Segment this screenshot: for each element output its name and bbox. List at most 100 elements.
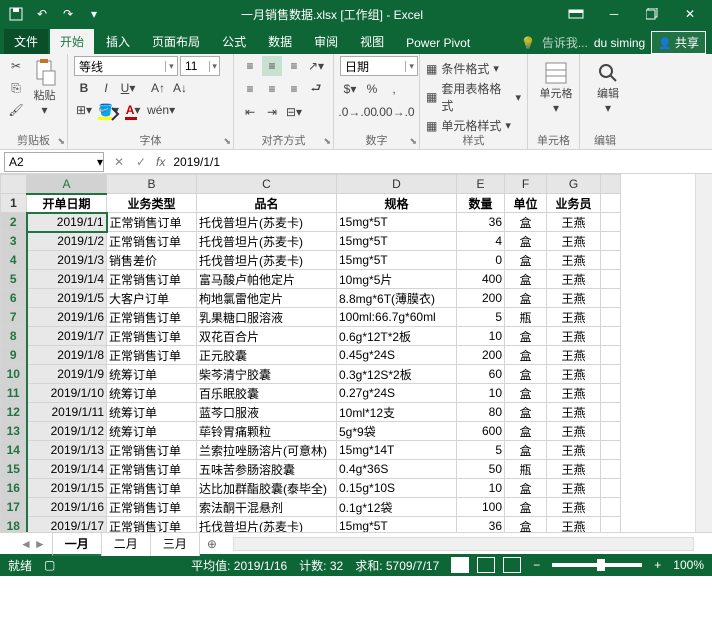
row-header-12[interactable]: 12 [1,403,27,422]
cell[interactable]: 盒 [505,327,547,346]
grow-font-button[interactable]: A↑ [148,78,168,98]
cell[interactable]: 正常销售订单 [107,441,197,460]
cell[interactable]: 8.8mg*6T(薄膜衣) [337,289,457,308]
cell[interactable]: 盒 [505,422,547,441]
cell[interactable]: 15mg*14T [337,441,457,460]
cell[interactable]: 2019/1/6 [27,308,107,327]
sheet-prev-icon[interactable]: ◄ [20,537,32,551]
cell[interactable]: 10ml*12支 [337,403,457,422]
border-button[interactable]: ⊞▾ [74,100,94,120]
left-align-icon[interactable]: ≡ [240,79,260,99]
cell[interactable]: 统筹订单 [107,384,197,403]
bold-button[interactable]: B [74,78,94,98]
cell[interactable]: 0.15g*10S [337,479,457,498]
tab-review[interactable]: 审阅 [304,29,348,54]
cell[interactable]: 托伐普坦片(苏麦卡) [197,232,337,251]
cell[interactable]: 36 [457,213,505,232]
center-align-icon[interactable]: ≡ [262,79,282,99]
cell[interactable]: 2019/1/5 [27,289,107,308]
cell[interactable]: 双花百合片 [197,327,337,346]
header-cell[interactable]: 业务类型 [107,194,197,213]
middle-align-icon[interactable]: ≡ [262,56,282,76]
cell[interactable]: 4 [457,232,505,251]
row-header-14[interactable]: 14 [1,441,27,460]
cell[interactable]: 0.3g*12S*2板 [337,365,457,384]
cell[interactable]: 王燕 [547,441,601,460]
cell[interactable]: 正元胶囊 [197,346,337,365]
dec-indent-icon[interactable]: ⇤ [240,102,260,122]
cell[interactable]: 15mg*5T [337,213,457,232]
row-header-4[interactable]: 4 [1,251,27,270]
header-cell[interactable]: 品名 [197,194,337,213]
cell[interactable]: 瓶 [505,460,547,479]
cell[interactable]: 正常销售订单 [107,327,197,346]
cell[interactable]: 200 [457,346,505,365]
cell[interactable]: 王燕 [547,460,601,479]
cell[interactable]: 富马酸卢帕他定片 [197,270,337,289]
ribbon-options-icon[interactable] [558,2,594,26]
col-header-G[interactable]: G [547,175,601,194]
cell[interactable]: 2019/1/11 [27,403,107,422]
inc-decimal-icon[interactable]: .0→.00 [340,102,376,122]
header-cell[interactable]: 开单日期 [27,194,107,213]
enter-formula-icon[interactable]: ✓ [130,155,152,169]
cell[interactable]: 0.1g*12袋 [337,498,457,517]
cell[interactable]: 托伐普坦片(苏麦卡) [197,517,337,533]
cell[interactable]: 10 [457,327,505,346]
cell[interactable]: 兰索拉唑肠溶片(可意林) [197,441,337,460]
cell[interactable]: 正常销售订单 [107,270,197,289]
tab-home[interactable]: 开始 [50,29,94,54]
cell[interactable]: 五味苦参肠溶胶囊 [197,460,337,479]
cell[interactable]: 正常销售订单 [107,479,197,498]
dec-decimal-icon[interactable]: .00→.0 [378,102,414,122]
cell[interactable]: 盒 [505,517,547,533]
cell[interactable]: 2019/1/13 [27,441,107,460]
tell-me[interactable]: 告诉我... [542,34,588,51]
font-size-input[interactable] [181,59,209,73]
cut-icon[interactable]: ✂ [6,56,26,76]
cell[interactable]: 盒 [505,232,547,251]
cell[interactable]: 盒 [505,346,547,365]
cell[interactable]: 盒 [505,365,547,384]
row-header-13[interactable]: 13 [1,422,27,441]
cell[interactable]: 400 [457,270,505,289]
cell[interactable]: 达比加群酯胶囊(泰毕全) [197,479,337,498]
row-header-11[interactable]: 11 [1,384,27,403]
macro-record-icon[interactable]: ▢ [44,558,55,572]
row-header-7[interactable]: 7 [1,308,27,327]
cell[interactable]: 统筹订单 [107,365,197,384]
cell[interactable]: 盒 [505,384,547,403]
sheet-tab-三月[interactable]: 三月 [150,532,200,556]
bottom-align-icon[interactable]: ≡ [284,56,304,76]
numfmt-dropdown-icon[interactable]: ▾ [405,61,417,72]
cell[interactable]: 0 [457,251,505,270]
cell[interactable]: 枸地氯雷他定片 [197,289,337,308]
copy-icon[interactable]: ⎘ [6,78,26,98]
cell[interactable]: 50 [457,460,505,479]
cell[interactable]: 索法酮干混悬剂 [197,498,337,517]
cell[interactable]: 托伐普坦片(苏麦卡) [197,213,337,232]
cell[interactable]: 托伐普坦片(苏麦卡) [197,251,337,270]
namebox-dropdown-icon[interactable]: ▾ [97,155,103,169]
merge-icon[interactable]: ⊟▾ [284,102,304,122]
paste-button[interactable]: 粘贴▾ [28,56,61,120]
cell[interactable]: 盒 [505,270,547,289]
sheet-tab-一月[interactable]: 一月 [52,532,102,556]
tab-formulas[interactable]: 公式 [212,29,256,54]
cell[interactable]: 盒 [505,479,547,498]
cells-button[interactable]: 单元格▾ [534,56,578,120]
row-header-17[interactable]: 17 [1,498,27,517]
cell[interactable]: 2019/1/17 [27,517,107,533]
cell[interactable]: 王燕 [547,384,601,403]
cell[interactable]: 王燕 [547,251,601,270]
phonetic-button[interactable]: wén▾ [145,100,177,120]
currency-icon[interactable]: $▾ [340,79,360,99]
underline-button[interactable]: U▾ [118,78,138,98]
view-break-icon[interactable] [503,557,521,573]
col-header-A[interactable]: A [27,175,107,194]
percent-icon[interactable]: % [362,79,382,99]
fill-color-button[interactable]: 🪣▾ [96,100,121,120]
worksheet-grid[interactable]: ABCDEFG1开单日期业务类型品名规格数量单位业务员22019/1/1正常销售… [0,174,621,532]
cell[interactable]: 36 [457,517,505,533]
cell[interactable]: 2019/1/16 [27,498,107,517]
